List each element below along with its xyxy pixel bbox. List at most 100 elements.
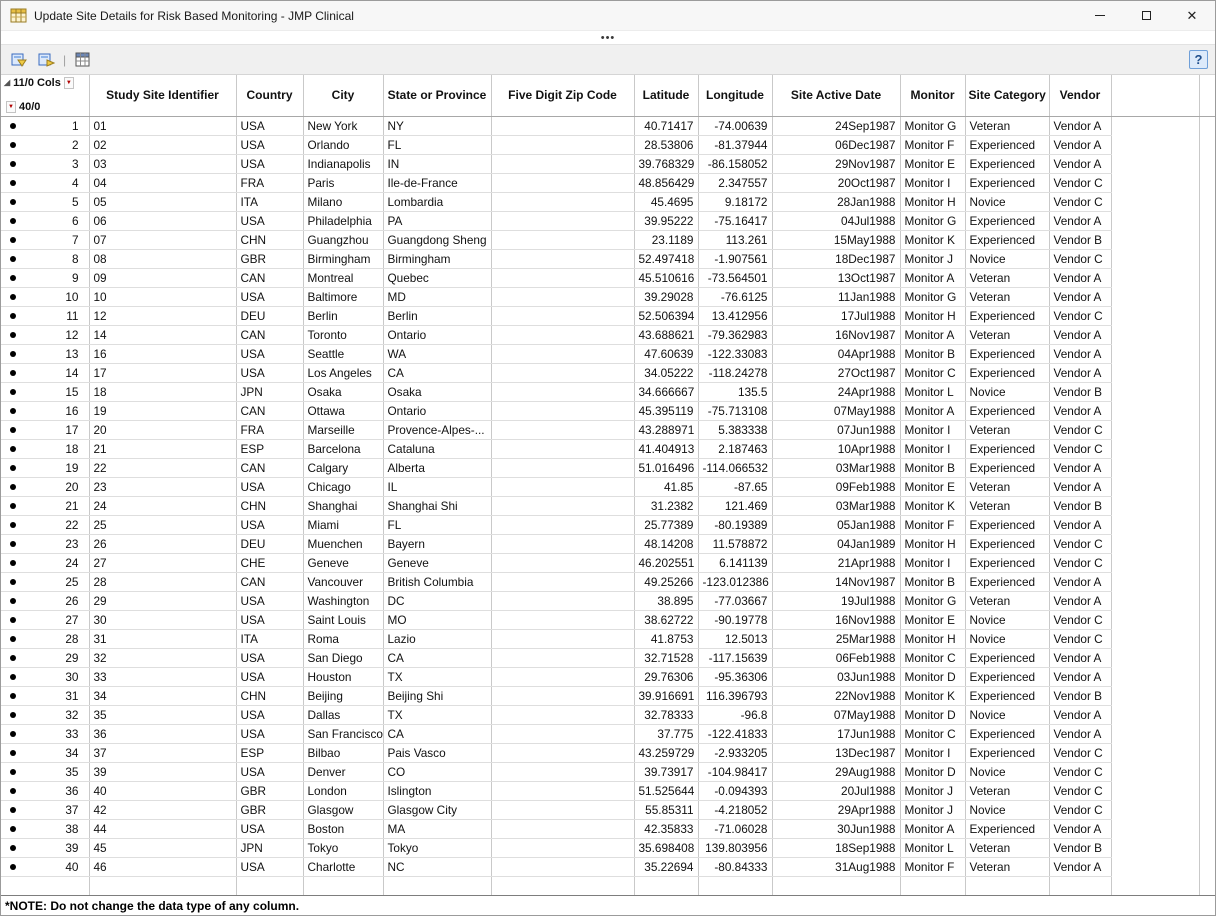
cell[interactable]: -90.19778 — [698, 610, 772, 629]
cell[interactable]: USA — [236, 154, 303, 173]
cell[interactable]: Experienced — [965, 401, 1049, 420]
cell[interactable]: 29Aug1988 — [772, 762, 900, 781]
cell[interactable]: 32.78333 — [634, 705, 698, 724]
journal-button[interactable] — [8, 49, 30, 71]
cell[interactable]: 05Jan1988 — [772, 515, 900, 534]
row-header[interactable]: 22 — [1, 515, 89, 534]
column-header-vendor[interactable]: Vendor — [1049, 75, 1111, 116]
cell[interactable]: 52.497418 — [634, 249, 698, 268]
cell[interactable]: 31 — [89, 629, 236, 648]
row-state-icon[interactable] — [10, 351, 16, 357]
cell[interactable]: -80.84333 — [698, 857, 772, 876]
cell[interactable] — [491, 800, 634, 819]
cell[interactable]: 27 — [89, 553, 236, 572]
cell[interactable]: 13.412956 — [698, 306, 772, 325]
cell[interactable]: Monitor J — [900, 249, 965, 268]
cell[interactable]: Vendor A — [1049, 344, 1111, 363]
cell[interactable]: 25 — [89, 515, 236, 534]
cell[interactable]: Monitor K — [900, 686, 965, 705]
cell[interactable]: WA — [383, 344, 491, 363]
cell[interactable]: USA — [236, 648, 303, 667]
cell[interactable]: Monitor G — [900, 591, 965, 610]
cell[interactable]: Experienced — [965, 743, 1049, 762]
cell[interactable]: Monitor G — [900, 287, 965, 306]
cell[interactable]: GBR — [236, 781, 303, 800]
row-state-icon[interactable] — [10, 180, 16, 186]
cell[interactable]: -79.362983 — [698, 325, 772, 344]
cell[interactable]: USA — [236, 762, 303, 781]
cell[interactable]: Vendor C — [1049, 306, 1111, 325]
cell[interactable]: 37 — [89, 743, 236, 762]
cell[interactable]: -114.066532 — [698, 458, 772, 477]
row-header[interactable]: 33 — [1, 724, 89, 743]
cell[interactable]: 38.62722 — [634, 610, 698, 629]
row-state-icon[interactable] — [10, 199, 16, 205]
cell[interactable]: Vendor A — [1049, 458, 1111, 477]
cell[interactable]: Shanghai — [303, 496, 383, 515]
cell[interactable]: Monitor F — [900, 857, 965, 876]
cell[interactable]: Novice — [965, 610, 1049, 629]
cell[interactable]: 45.395119 — [634, 401, 698, 420]
cell[interactable] — [491, 401, 634, 420]
cell[interactable]: 41.404913 — [634, 439, 698, 458]
maximize-button[interactable] — [1123, 1, 1169, 30]
cell[interactable]: 42 — [89, 800, 236, 819]
cell[interactable]: ITA — [236, 629, 303, 648]
cell[interactable]: Vendor B — [1049, 686, 1111, 705]
cell[interactable]: Monitor J — [900, 781, 965, 800]
report-button[interactable] — [35, 49, 57, 71]
cell[interactable]: 28 — [89, 572, 236, 591]
cell[interactable]: Orlando — [303, 135, 383, 154]
cell[interactable]: -117.15639 — [698, 648, 772, 667]
cell[interactable]: -0.094393 — [698, 781, 772, 800]
cell[interactable]: Osaka — [303, 382, 383, 401]
cell[interactable]: Experienced — [965, 667, 1049, 686]
cell[interactable]: 2.347557 — [698, 173, 772, 192]
help-button[interactable]: ? — [1189, 50, 1208, 69]
row-header[interactable]: 20 — [1, 477, 89, 496]
table-corner-panel[interactable]: ◢ 11/0 Cols ▼ ▼ 40/0 — [1, 75, 89, 116]
cell[interactable]: Beijing — [303, 686, 383, 705]
row-state-icon[interactable] — [10, 427, 16, 433]
cell[interactable]: Monitor A — [900, 268, 965, 287]
cell[interactable]: Calgary — [303, 458, 383, 477]
cell[interactable]: 23.1189 — [634, 230, 698, 249]
row-state-icon[interactable] — [10, 256, 16, 262]
cell[interactable]: Vendor A — [1049, 363, 1111, 382]
cell[interactable]: CHN — [236, 686, 303, 705]
row-state-icon[interactable] — [10, 142, 16, 148]
cell[interactable]: 29Apr1988 — [772, 800, 900, 819]
cell[interactable]: 21 — [89, 439, 236, 458]
cell[interactable]: Berlin — [303, 306, 383, 325]
cell[interactable]: 16 — [89, 344, 236, 363]
cell[interactable]: -86.158052 — [698, 154, 772, 173]
cell[interactable] — [491, 135, 634, 154]
cell[interactable]: CAN — [236, 458, 303, 477]
cell[interactable]: -81.37944 — [698, 135, 772, 154]
cell[interactable] — [491, 268, 634, 287]
cell[interactable]: Geneve — [303, 553, 383, 572]
row-state-icon[interactable] — [10, 788, 16, 794]
cell[interactable]: Vendor A — [1049, 648, 1111, 667]
cell[interactable]: DEU — [236, 306, 303, 325]
cell[interactable]: Vendor A — [1049, 211, 1111, 230]
cell[interactable]: Monitor I — [900, 553, 965, 572]
cell[interactable]: 32.71528 — [634, 648, 698, 667]
cell[interactable]: Experienced — [965, 135, 1049, 154]
row-state-icon[interactable] — [10, 218, 16, 224]
cell[interactable]: Vendor B — [1049, 230, 1111, 249]
cell[interactable]: Monitor I — [900, 743, 965, 762]
cell[interactable]: Monitor C — [900, 363, 965, 382]
cell[interactable]: 30Jun1988 — [772, 819, 900, 838]
cell[interactable] — [491, 325, 634, 344]
cell[interactable] — [491, 211, 634, 230]
cell[interactable]: 16Nov1988 — [772, 610, 900, 629]
cell[interactable]: Monitor E — [900, 477, 965, 496]
row-header[interactable]: 13 — [1, 344, 89, 363]
cell[interactable]: -76.6125 — [698, 287, 772, 306]
cell[interactable]: Vendor A — [1049, 667, 1111, 686]
row-state-icon[interactable] — [10, 674, 16, 680]
cell[interactable]: 43.259729 — [634, 743, 698, 762]
cell[interactable]: USA — [236, 363, 303, 382]
cell[interactable]: 06Feb1988 — [772, 648, 900, 667]
